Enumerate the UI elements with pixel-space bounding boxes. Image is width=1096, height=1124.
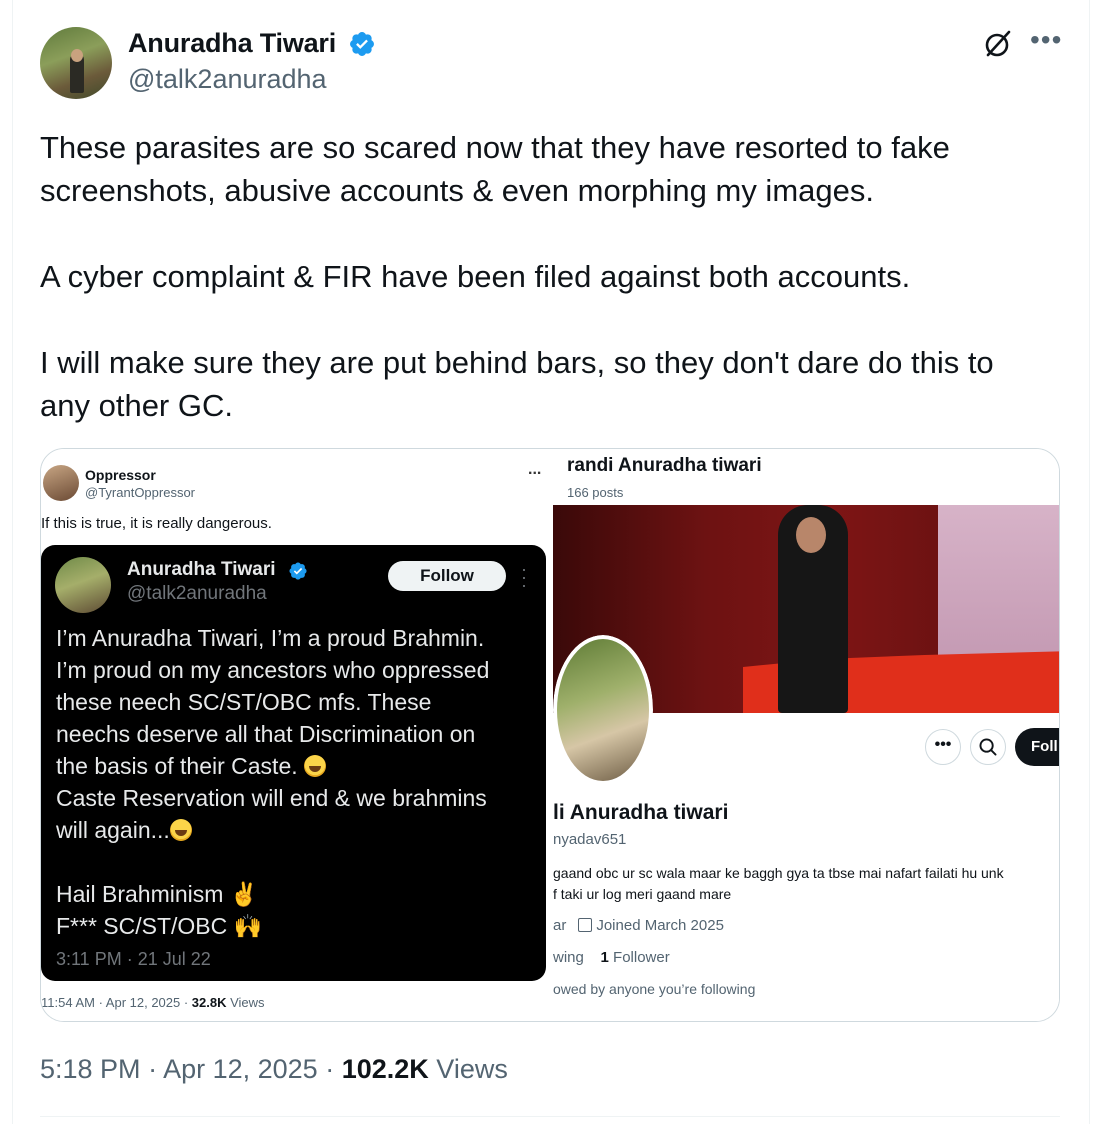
quoter-footer-time: 11:54 AM · Apr 12, 2025 · <box>41 995 192 1010</box>
more-icon[interactable]: ••• <box>1030 26 1062 54</box>
profile-following-prefix: wing <box>553 949 584 966</box>
laughing-emoji-icon <box>169 819 192 841</box>
tweet-paragraph-1: These parasites are so scared now that t… <box>40 130 950 208</box>
quoter-more-icon: ... <box>528 461 542 478</box>
embedded-follow-button: Follow <box>388 561 506 591</box>
profile-joined: Joined March 2025 <box>596 917 724 934</box>
profile-meta-prefix: ar <box>553 917 567 934</box>
tweet-paragraph-3: I will make sure they are put behind bar… <box>40 345 994 423</box>
profile-search-icon <box>970 729 1006 765</box>
profile-follow-stats: wing 1 Follower <box>553 949 670 966</box>
profile-posts-count: 166 posts <box>567 485 624 500</box>
tweet-date: Apr 12, 2025 <box>163 1054 318 1084</box>
embedded-verified-icon <box>289 562 307 580</box>
profile-bio-line-1: gaand obc ur sc wala maar ke baggh gya t… <box>553 865 1004 881</box>
grok-icon[interactable] <box>982 28 1014 60</box>
profile-more-button: ••• <box>925 729 961 765</box>
profile-follow-button: Foll <box>1015 728 1059 766</box>
quoter-text: If this is true, it is really dangerous. <box>41 515 272 532</box>
embedded-line-3: these neech SC/ST/OBC mfs. These <box>56 689 432 715</box>
author-handle[interactable]: @talk2anuradha <box>128 64 327 95</box>
quoter-avatar <box>43 465 79 501</box>
embedded-line-8: Hail Brahminism <box>56 881 224 907</box>
embedded-line-9-wrap: F*** SC/ST/OBC 🙌 <box>56 910 541 942</box>
calendar-icon <box>578 918 593 932</box>
embedded-body: I’m Anuradha Tiwari, I’m a proud Brahmin… <box>56 622 541 942</box>
laughing-emoji-icon <box>304 755 327 777</box>
embedded-timestamp: 3:11 PM · 21 Jul 22 <box>56 949 211 969</box>
quoter-footer-views-label: Views <box>226 995 265 1010</box>
quoter-name: Oppressor <box>85 467 156 483</box>
media-card[interactable]: Oppressor @TyrantOppressor ... If this i… <box>40 448 1060 1022</box>
embedded-dark-tweet: Anuradha Tiwari @talk2anuradha Follow · ·… <box>41 545 546 981</box>
profile-avatar <box>553 635 653 785</box>
tweet-views-label: Views <box>436 1054 508 1084</box>
embedded-line-1: I’m Anuradha Tiwari, I’m a proud Brahmin… <box>56 625 485 651</box>
embedded-avatar <box>55 557 111 613</box>
embedded-line-7: will again... <box>56 817 170 843</box>
profile-name: li Anuradha tiwari <box>553 801 729 824</box>
profile-followed-by: owed by anyone you’re following <box>553 981 756 997</box>
profile-title: randi Anuradha tiwari <box>567 455 762 476</box>
tweet-timestamp[interactable]: 5:18 PM · Apr 12, 2025 · 102.2K Views <box>40 1054 508 1085</box>
verified-badge-icon <box>350 32 374 56</box>
profile-followers-label: Follower <box>608 949 670 966</box>
embedded-line-7-wrap: will again... <box>56 814 541 846</box>
banner-speaker-face <box>796 517 826 553</box>
quoter-footer: 11:54 AM · Apr 12, 2025 · 32.8K Views <box>41 995 265 1010</box>
divider <box>40 1116 1060 1117</box>
embedded-line-8-wrap: Hail Brahminism ✌ <box>56 878 541 910</box>
banner-screen <box>938 505 1059 655</box>
quoter-footer-views: 32.8K <box>191 995 227 1010</box>
embedded-handle: @talk2anuradha <box>127 583 267 604</box>
profile-handle: nyadav651 <box>553 831 627 848</box>
victory-hand-icon: ✌ <box>229 881 259 907</box>
tweet-text: These parasites are so scared now that t… <box>40 126 1040 427</box>
embedded-kebab-icon: · · · <box>521 559 527 595</box>
profile-bio-line-2: f taki ur log meri gaand mare <box>553 886 732 902</box>
embedded-line-5: the basis of their Caste. <box>56 753 298 779</box>
author-name[interactable]: Anuradha Tiwari <box>128 28 336 59</box>
profile-bio: gaand obc ur sc wala maar ke baggh gya t… <box>553 863 1059 905</box>
tweet-views-count: 102.2K <box>341 1054 429 1084</box>
tweet-time: 5:18 PM <box>40 1054 141 1084</box>
profile-meta: ar Joined March 2025 <box>553 917 724 934</box>
embedded-name: Anuradha Tiwari <box>127 559 276 580</box>
left-screenshot[interactable]: Oppressor @TyrantOppressor ... If this i… <box>41 449 553 1021</box>
profile-followers-count: 1 <box>600 949 609 966</box>
right-screenshot[interactable]: randi Anuradha tiwari 166 posts ••• Foll… <box>553 449 1059 1021</box>
avatar-face <box>71 49 83 62</box>
embedded-line-2: I’m proud on my ancestors who oppressed <box>56 657 490 683</box>
raised-hands-icon: 🙌 <box>233 913 263 939</box>
embedded-line-9: F*** SC/ST/OBC <box>56 913 228 939</box>
embedded-line-4: neechs deserve all that Discrimination o… <box>56 721 476 747</box>
quoter-handle: @TyrantOppressor <box>85 485 196 500</box>
tweet-paragraph-2: A cyber complaint & FIR have been filed … <box>40 259 911 294</box>
embedded-line-6: Caste Reservation will end & we brahmins <box>56 785 487 811</box>
embedded-line-5-wrap: the basis of their Caste. <box>56 750 541 782</box>
author-avatar[interactable] <box>40 27 112 99</box>
